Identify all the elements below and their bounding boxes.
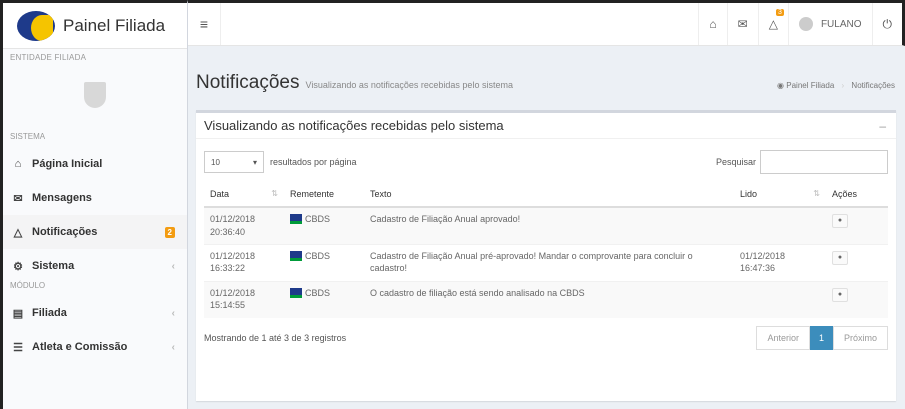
sidebar-item-home[interactable]: ⌂ Página Inicial <box>3 147 187 181</box>
breadcrumb-separator: › <box>841 81 845 90</box>
table-footer: Mostrando de 1 até 3 de 3 registros Ante… <box>196 318 896 358</box>
cell-text: Cadastro de Filiação Anual pré-aprovado!… <box>364 243 734 281</box>
building-icon: ▤ <box>12 307 24 320</box>
sidebar: Painel Filiada ENTIDADE FILIADA SISTEMA … <box>0 0 188 409</box>
cell-date: 01/12/2018 20:36:40 <box>204 206 284 244</box>
cell-read <box>734 280 826 318</box>
sidebar-item-label: Mensagens <box>32 192 92 204</box>
cell-read: 01/12/2018 16:47:36 <box>734 243 826 281</box>
cell-sender: CBDS <box>284 280 364 318</box>
app-logo[interactable]: Painel Filiada <box>3 3 187 49</box>
col-header-text[interactable]: Texto <box>364 181 734 208</box>
sidebar-item-messages[interactable]: ✉ Mensagens <box>3 181 187 215</box>
sender-flag-icon <box>290 287 302 298</box>
envelope-icon: ✉ <box>13 192 23 205</box>
page-title: Notificações <box>196 72 300 93</box>
view-eye-icon[interactable]: ● <box>832 287 848 302</box>
cell-actions: ● <box>826 280 888 318</box>
caret-down-icon: ▾ <box>252 157 257 167</box>
sender-flag-icon <box>290 250 302 261</box>
sidebar-item-filiada[interactable]: ▤ Filiada ‹ <box>3 296 187 330</box>
table-row: 01/12/2018 16:33:22 CBDS Cadastro de Fili… <box>204 243 888 281</box>
user-menu[interactable]: FULANO <box>787 3 872 45</box>
view-eye-icon[interactable]: ● <box>832 214 848 228</box>
view-eye-icon[interactable]: ● <box>832 250 848 265</box>
cell-read <box>734 206 826 244</box>
sidebar-item-label: Sistema <box>32 260 75 272</box>
col-header-sender[interactable]: Remetente <box>284 181 364 208</box>
sidebar-item-label: Notificações <box>32 226 98 238</box>
next-page-button[interactable]: Próximo <box>832 326 888 350</box>
power-icon[interactable]: ⏻ <box>871 3 903 45</box>
notification-count-badge: 3 <box>776 9 784 16</box>
cell-sender: CBDS <box>284 206 364 244</box>
entity-label: ENTIDADE FILIADA <box>10 53 87 62</box>
table-row: 01/12/2018 15:14:55 CBDS O cadastro de fi… <box>204 280 888 318</box>
logo-emblem <box>17 10 55 41</box>
sort-icon: ⇅ <box>813 189 820 198</box>
cell-actions: ● <box>826 206 888 244</box>
chevron-left-icon: ‹ <box>171 341 175 353</box>
sidebar-item-label: Atleta e Comissão <box>32 341 128 353</box>
table-controls: 10 ▾ resultados por página Pesquisar <box>196 139 896 175</box>
envelope-icon[interactable]: ✉ <box>726 3 758 45</box>
home-icon[interactable]: ⌂ <box>698 3 726 45</box>
sidebar-item-athletes[interactable]: ☰ Atleta e Comissão ‹ <box>3 330 187 364</box>
notifications-table: Data ⇅ Remetente Texto Lido ⇅ Ações 01/12/… <box>204 181 888 318</box>
page-size-label: resultados por página <box>270 157 357 167</box>
home-icon: ⌂ <box>14 158 22 170</box>
breadcrumb-current: Notificações <box>851 81 895 90</box>
col-header-date[interactable]: Data ⇅ <box>204 181 284 208</box>
table-row: 01/12/2018 20:36:40 CBDS Cadastro de Fili… <box>204 206 888 244</box>
col-header-actions: Ações <box>826 181 888 208</box>
sidebar-item-notifications[interactable]: △ Notificações 2 <box>3 215 187 249</box>
cell-text: O cadastro de filiação está sendo analis… <box>364 280 734 318</box>
menu-toggle-icon[interactable]: ≡ <box>188 16 220 32</box>
cell-date: 01/12/2018 15:14:55 <box>204 280 284 318</box>
section-label-module: MÓDULO <box>10 281 46 290</box>
col-header-read[interactable]: Lido ⇅ <box>734 181 826 208</box>
users-icon: ☰ <box>13 341 23 354</box>
page-size-select[interactable]: 10 ▾ <box>204 151 264 173</box>
notifications-box: Visualizando as notificações recebidas p… <box>196 110 896 401</box>
section-label-system: SISTEMA <box>10 132 46 141</box>
top-navbar: ≡ ⌂ ✉ △ 3 FULANO ⏻ <box>188 0 905 46</box>
cell-text: Cadastro de Filiação Anual aprovado! <box>364 206 734 244</box>
page-1-button[interactable]: 1 <box>809 326 833 350</box>
breadcrumb-link[interactable]: Painel Filiada <box>786 81 834 90</box>
table-info: Mostrando de 1 até 3 de 3 registros <box>204 333 347 343</box>
box-header: Visualizando as notificações recebidas p… <box>196 113 896 139</box>
notification-badge: 2 <box>164 226 175 238</box>
sender-flag-icon <box>290 214 302 225</box>
sidebar-item-label: Filiada <box>32 307 67 319</box>
search-input[interactable] <box>760 150 888 174</box>
gears-icon: ⚙ <box>13 260 23 273</box>
prev-page-button[interactable]: Anterior <box>756 326 810 350</box>
chevron-left-icon: ‹ <box>171 260 175 272</box>
cell-sender: CBDS <box>284 243 364 281</box>
breadcrumb: ◉ Painel Filiada › Notificações <box>777 81 895 90</box>
page-subtitle: Visualizando as notificações recebidas p… <box>305 80 513 90</box>
sort-icon: ⇅ <box>271 189 278 198</box>
user-name: FULANO <box>820 18 862 30</box>
avatar <box>798 17 813 31</box>
sidebar-item-label: Página Inicial <box>32 158 103 170</box>
sidebar-item-system[interactable]: ⚙ Sistema ‹ <box>3 249 187 283</box>
bell-icon: △ <box>13 226 23 239</box>
chevron-left-icon: ‹ <box>171 307 175 319</box>
entity-shield-icon <box>84 82 106 108</box>
pagination: Anterior 1 Próximo <box>756 326 888 350</box>
collapse-button[interactable]: – <box>879 119 886 133</box>
cell-date: 01/12/2018 16:33:22 <box>204 243 284 281</box>
bell-icon[interactable]: △ 3 <box>757 3 788 45</box>
navbar-spacer <box>220 3 698 45</box>
page-size-value: 10 <box>211 157 220 167</box>
content-header: Notificações Visualizando as notificaçõe… <box>196 72 895 102</box>
search-label: Pesquisar <box>715 157 756 167</box>
app-title: Painel Filiada <box>63 15 166 35</box>
box-title: Visualizando as notificações recebidas p… <box>204 118 504 133</box>
cell-actions: ● <box>826 243 888 281</box>
dashboard-icon: ◉ <box>777 81 785 90</box>
table-header-row: Data ⇅ Remetente Texto Lido ⇅ Ações <box>204 181 888 208</box>
